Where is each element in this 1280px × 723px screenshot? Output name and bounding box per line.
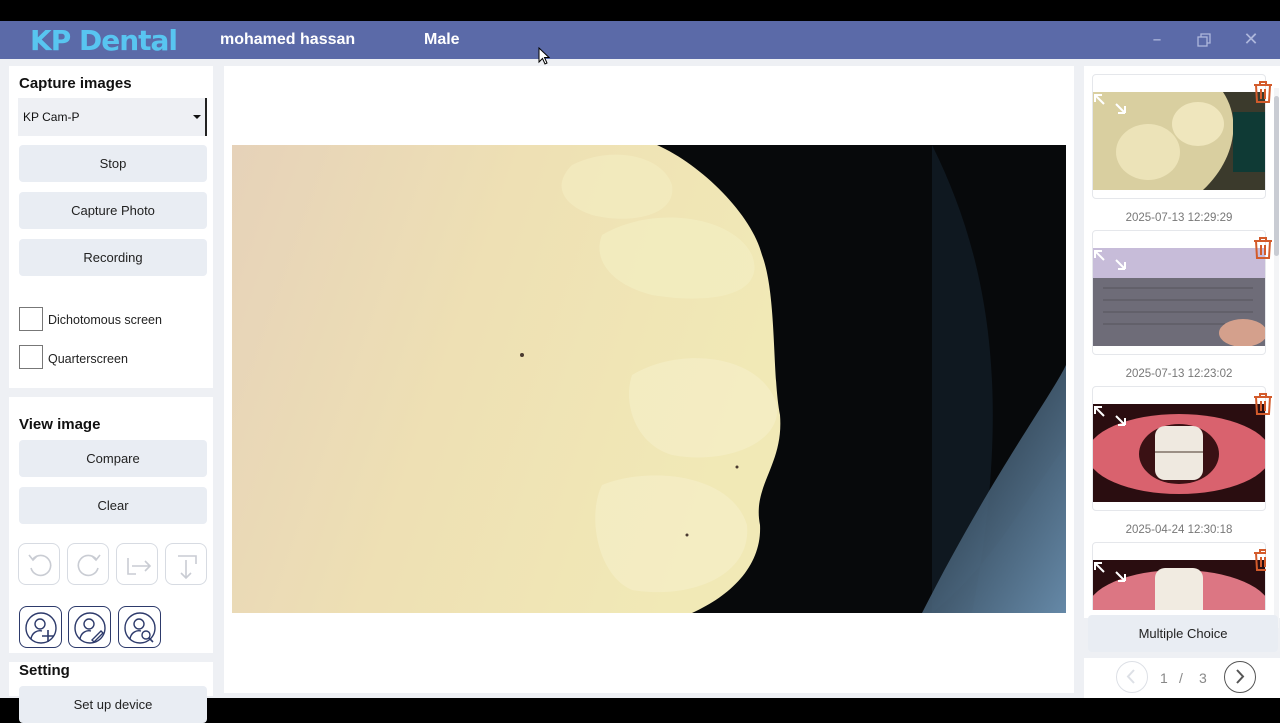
close-icon[interactable]: ✕ <box>1240 29 1262 51</box>
control-panel: Capture images KP Cam-P Stop Capture Pho… <box>9 66 213 723</box>
clear-button[interactable]: Clear <box>19 487 207 524</box>
page-separator: / <box>1179 670 1183 686</box>
thumbnail-date: 2025-07-13 12:29:29 <box>1125 212 1233 224</box>
capture-photo-button[interactable]: Capture Photo <box>19 192 207 229</box>
maximize-icon[interactable] <box>1193 29 1215 51</box>
expand-icon[interactable] <box>1092 92 1128 116</box>
recording-button[interactable]: Recording <box>19 239 207 276</box>
gallery-pager: 1 / 3 <box>1084 658 1280 698</box>
minimize-icon[interactable]: – <box>1146 29 1168 51</box>
patient-name: mohamed hassan <box>220 31 356 48</box>
quarterscreen-checkbox[interactable] <box>19 345 43 369</box>
gallery-scrollbar[interactable] <box>1274 88 1279 628</box>
edit-patient-button[interactable] <box>68 606 111 648</box>
expand-icon[interactable] <box>1092 404 1128 428</box>
setting-title: Setting <box>19 662 70 679</box>
section-divider <box>9 388 213 397</box>
gallery-panel: 2025-07-13 12:29:29 2025-07-13 12:23:02 <box>1084 66 1280 618</box>
thumbnail-date: 2025-07-13 12:23:02 <box>1125 368 1233 380</box>
rotate-left-button[interactable] <box>18 543 60 585</box>
view-image-title: View image <box>19 416 101 433</box>
app-window: KP Dental mohamed hassan Male – ✕ Captur… <box>0 21 1280 723</box>
set-up-device-button[interactable]: Set up device <box>19 686 207 723</box>
next-page-button[interactable] <box>1224 661 1256 693</box>
expand-icon[interactable] <box>1092 560 1128 584</box>
trash-icon[interactable] <box>1252 80 1274 104</box>
app-logo: KP Dental <box>30 24 178 57</box>
flip-horizontal-icon <box>127 558 152 575</box>
add-patient-button[interactable] <box>19 606 62 648</box>
previous-page-button[interactable] <box>1116 661 1148 693</box>
page-current: 1 <box>1160 670 1168 686</box>
compare-button[interactable]: Compare <box>19 440 207 477</box>
patient-gender: Male <box>424 31 460 48</box>
chevron-left-icon <box>1126 669 1135 684</box>
trash-icon[interactable] <box>1252 392 1274 416</box>
stop-button[interactable]: Stop <box>19 145 207 182</box>
capture-images-title: Capture images <box>19 75 132 92</box>
trash-icon[interactable] <box>1252 236 1274 260</box>
camera-select-value: KP Cam-P <box>23 110 80 124</box>
flip-horizontal-button[interactable] <box>116 543 158 585</box>
scrollbar-thumb[interactable] <box>1274 96 1279 256</box>
camera-select[interactable]: KP Cam-P <box>18 98 207 136</box>
search-patient-button[interactable] <box>118 606 161 648</box>
gallery-item[interactable] <box>1092 542 1266 610</box>
trash-icon[interactable] <box>1252 548 1266 572</box>
preview-area <box>224 66 1074 693</box>
camera-preview[interactable] <box>232 145 1066 613</box>
chevron-down-icon <box>193 115 201 119</box>
quarterscreen-label: Quarterscreen <box>48 352 128 366</box>
add-patient-icon <box>25 612 57 644</box>
flip-vertical-icon <box>178 555 197 580</box>
edit-patient-icon <box>74 612 106 644</box>
search-patient-icon <box>124 612 156 644</box>
flip-vertical-button[interactable] <box>165 543 207 585</box>
chevron-right-icon <box>1236 669 1245 684</box>
thumbnail-date: 2025-04-24 12:30:18 <box>1125 524 1233 536</box>
multiple-choice-button[interactable]: Multiple Choice <box>1088 615 1278 652</box>
page-total: 3 <box>1199 670 1207 686</box>
rotate-left-icon <box>28 554 52 577</box>
title-bar: KP Dental mohamed hassan Male – ✕ <box>0 21 1280 65</box>
mouse-cursor-icon <box>538 47 550 65</box>
expand-icon[interactable] <box>1092 248 1128 272</box>
camera-feed-image <box>232 145 1066 613</box>
section-divider <box>9 653 213 662</box>
dichotomous-label: Dichotomous screen <box>48 313 162 327</box>
rotate-right-button[interactable] <box>67 543 109 585</box>
rotate-right-icon <box>77 554 101 577</box>
dichotomous-checkbox[interactable] <box>19 307 43 331</box>
